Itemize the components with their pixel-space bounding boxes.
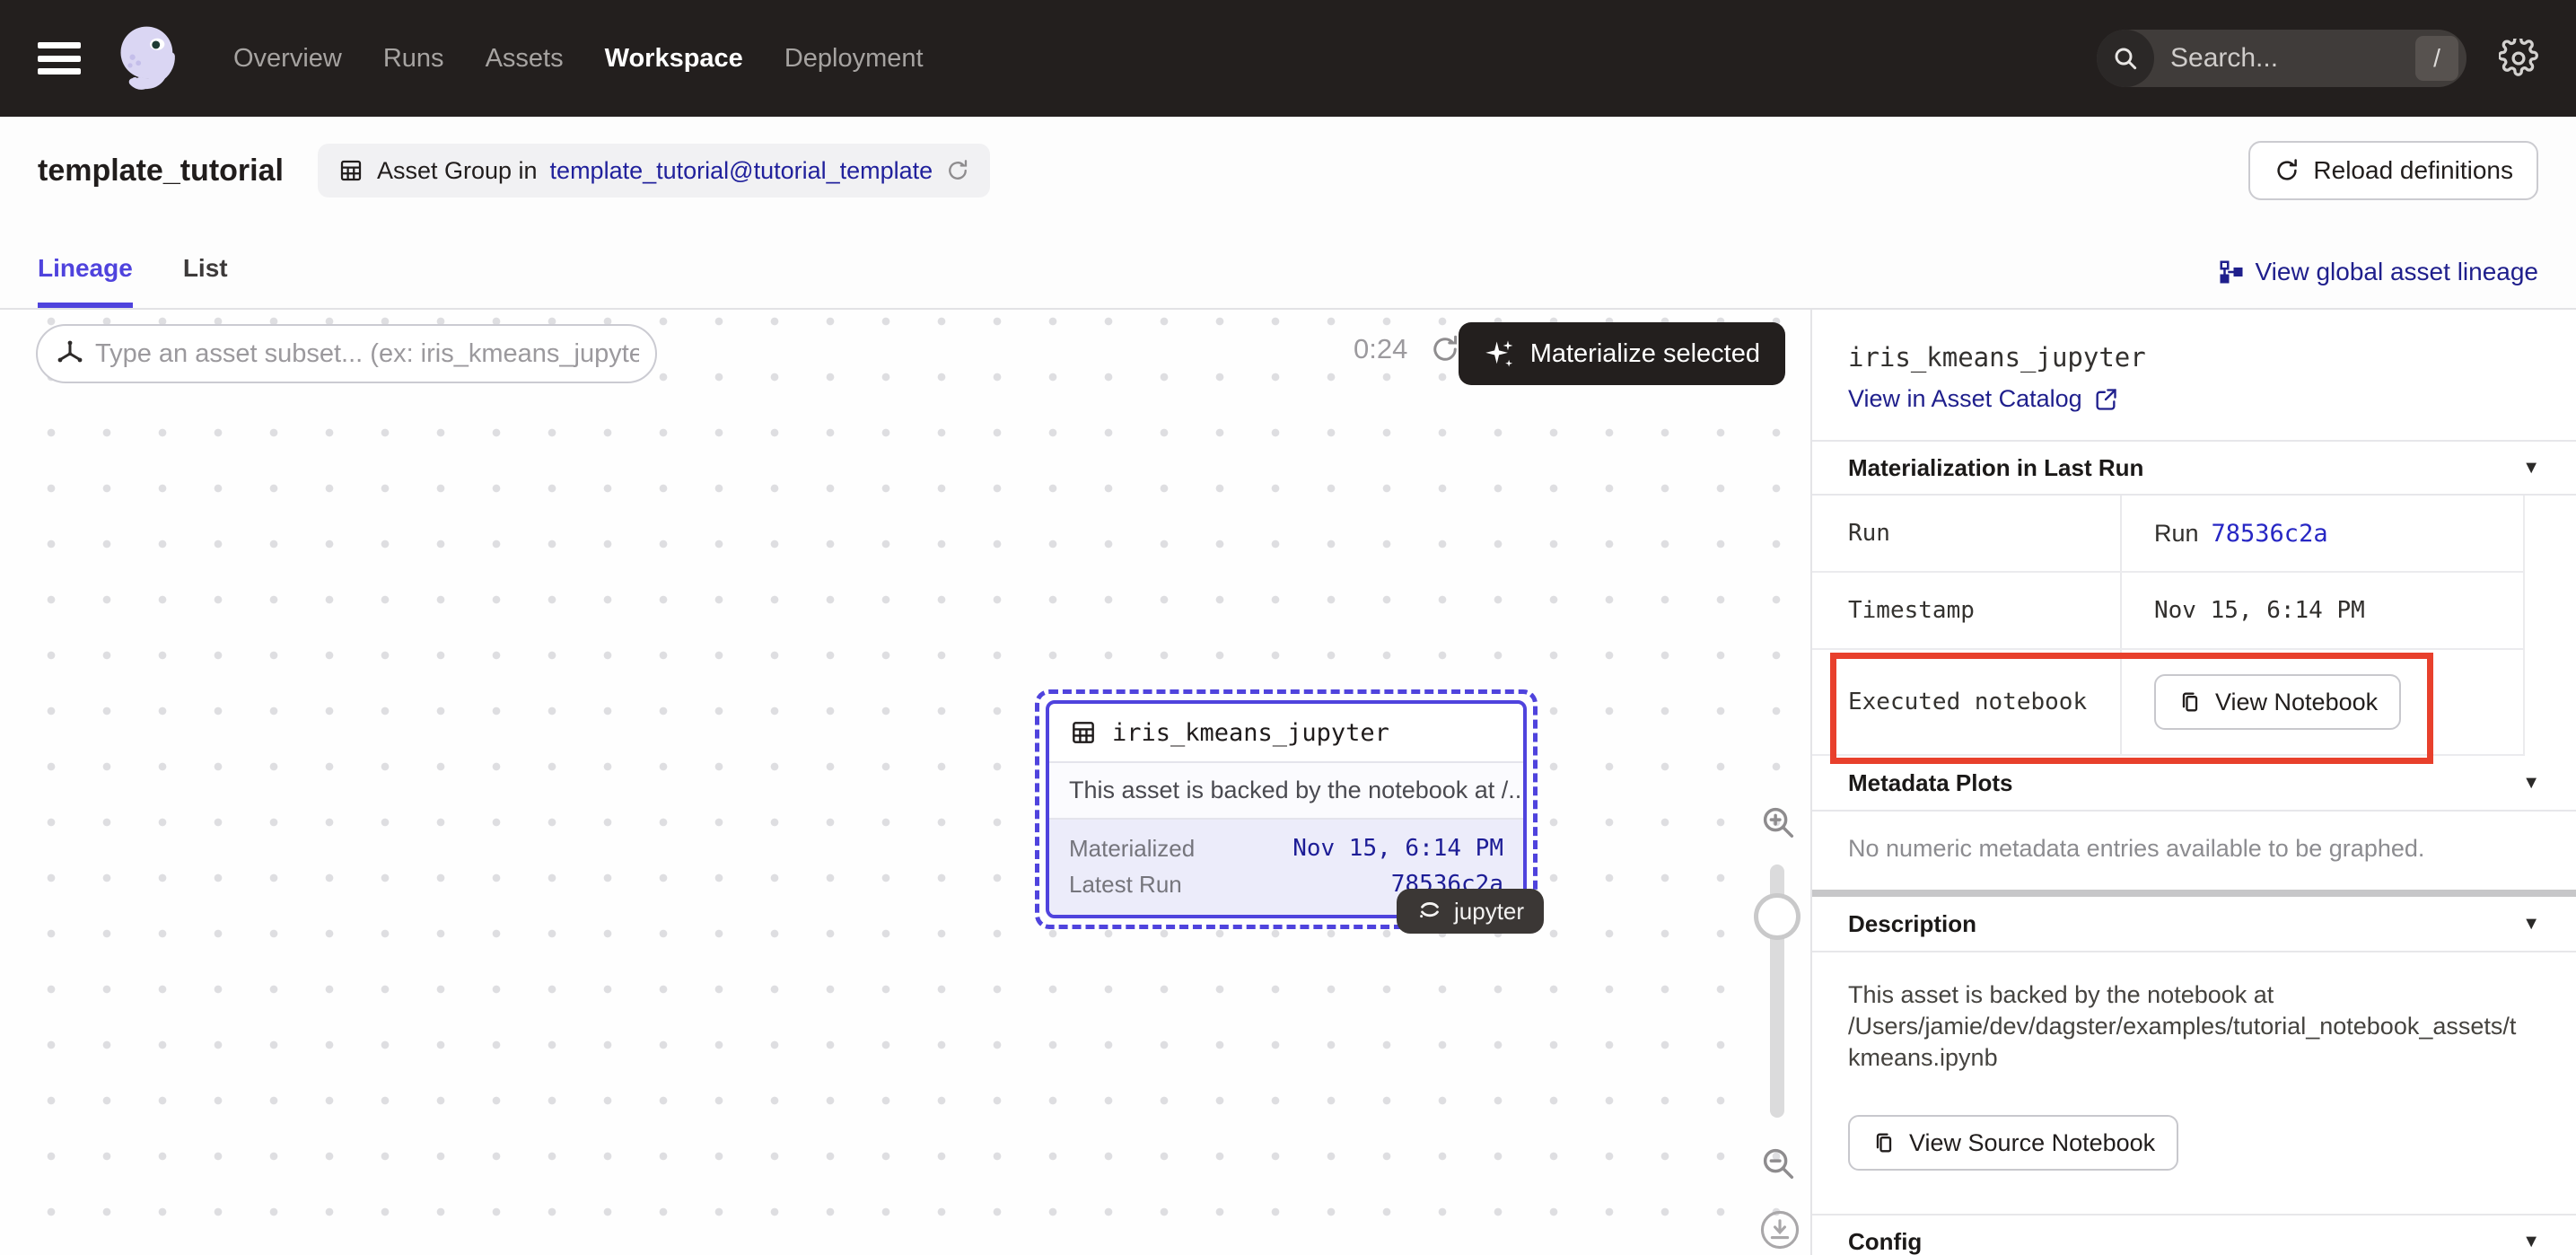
metadata-plots-empty-text: No numeric metadata entries available to… [1812,812,2576,890]
download-view-icon[interactable] [1757,1207,1802,1252]
materialized-value: Nov 15, 6:14 PM [1292,830,1503,866]
zoom-out-icon[interactable] [1757,1143,1799,1184]
section-materialization-last-run[interactable]: Materialization in Last Run ▼ [1812,440,2576,496]
asset-node-description: This asset is backed by the notebook at … [1049,761,1523,818]
grid-icon [337,157,364,184]
materialized-label: Materialized [1069,830,1195,866]
view-global-asset-lineage-link[interactable]: View global asset lineage [2218,258,2538,308]
latest-run-label: Latest Run [1069,866,1182,902]
sparkle-icon [1484,338,1516,370]
refresh-icon[interactable] [1429,333,1461,365]
zoom-in-icon[interactable] [1757,802,1799,843]
nav-item-workspace[interactable]: Workspace [605,44,743,74]
tab-list[interactable]: List [183,254,228,308]
jupyter-tag[interactable]: jupyter [1397,889,1544,934]
nav-item-deployment[interactable]: Deployment [784,44,924,74]
view-source-notebook-button[interactable]: View Source Notebook [1848,1115,2178,1171]
asset-group-prefix: Asset Group in [377,157,538,185]
tab-lineage[interactable]: Lineage [38,254,133,308]
section-metadata-plots[interactable]: Metadata Plots ▼ [1812,756,2576,812]
page-title: template_tutorial [38,154,284,189]
asset-group-chip: Asset Group in template_tutorial@tutoria… [318,144,990,197]
page-header: template_tutorial Asset Group in templat… [0,117,2576,224]
notebook-copy-icon [2177,689,2203,715]
reload-icon [2274,157,2300,184]
asset-subset-text-field[interactable] [95,339,639,369]
view-in-asset-catalog-link[interactable]: View in Asset Catalog [1848,385,2540,440]
chevron-down-icon[interactable]: ▼ [2522,773,2540,794]
search-shortcut-key: / [2415,36,2458,81]
menu-icon[interactable] [38,42,81,75]
chevron-down-icon[interactable]: ▼ [2522,1232,2540,1252]
dagster-logo-icon[interactable] [111,21,187,96]
external-link-icon [2093,387,2118,412]
executed-notebook-key: Executed notebook [1812,650,2122,754]
refresh-timer: 0:24 [1354,333,1407,365]
section-config[interactable]: Config ▼ [1812,1214,2576,1255]
notebook-copy-icon [1871,1130,1897,1155]
table-row-executed-notebook: Executed notebook View Notebook [1812,650,2523,756]
asset-details-panel: iris_kmeans_jupyter View in Asset Catalo… [1810,310,2576,1255]
asset-graph-canvas[interactable]: 0:24 Materialize selected [0,310,1810,1255]
timestamp-key: Timestamp [1812,573,2122,648]
reload-definitions-button[interactable]: Reload definitions [2248,141,2538,200]
timestamp-value: Nov 15, 6:14 PM [2154,597,2365,624]
asset-subset-icon [56,339,84,368]
tabs-row: Lineage List View global asset lineage [0,224,2576,310]
view-notebook-button[interactable]: View Notebook [2154,674,2401,730]
table-icon [1069,718,1098,747]
section-description[interactable]: Description ▼ [1812,897,2576,952]
lineage-graph-icon [2218,259,2245,285]
zoom-slider-handle[interactable] [1754,893,1801,940]
run-value-prefix: Run [2154,520,2199,548]
top-nav: Overview Runs Assets Workspace Deploymen… [0,0,2576,117]
nav-item-overview[interactable]: Overview [233,44,342,74]
primary-nav: Overview Runs Assets Workspace Deploymen… [233,44,924,74]
chevron-down-icon[interactable]: ▼ [2522,914,2540,935]
search-icon [2097,30,2154,87]
panel-asset-name: iris_kmeans_jupyter [1848,342,2540,373]
asset-group-link[interactable]: template_tutorial@tutorial_template [550,157,933,185]
jupyter-icon [1416,898,1443,925]
nav-item-runs[interactable]: Runs [383,44,444,74]
materialize-selected-button[interactable]: Materialize selected [1459,322,1785,385]
graph-refresh-group: 0:24 [1354,333,1461,365]
global-search-input[interactable]: Search... / [2097,30,2466,87]
asset-subset-input[interactable] [36,324,657,383]
run-key: Run [1812,496,2122,571]
table-row-run: Run Run 78536c2a [1812,496,2523,573]
asset-node-card[interactable]: iris_kmeans_jupyter This asset is backed… [1046,700,1527,918]
settings-gear-icon[interactable] [2499,39,2538,78]
refresh-icon[interactable] [945,158,970,183]
nav-item-assets[interactable]: Assets [486,44,564,74]
panel-splitter[interactable] [1812,890,2576,897]
search-placeholder: Search... [2170,43,2415,74]
description-text: This asset is backed by the notebook at … [1812,952,2576,1074]
table-row-timestamp: Timestamp Nov 15, 6:14 PM [1812,573,2523,650]
materialization-table: Run Run 78536c2a Timestamp Nov 15, 6:14 … [1812,496,2525,756]
chevron-down-icon[interactable]: ▼ [2522,458,2540,478]
main-content: 0:24 Materialize selected [0,310,2576,1255]
asset-node-name: iris_kmeans_jupyter [1112,719,1389,747]
run-id-link[interactable]: 78536c2a [2212,520,2328,548]
